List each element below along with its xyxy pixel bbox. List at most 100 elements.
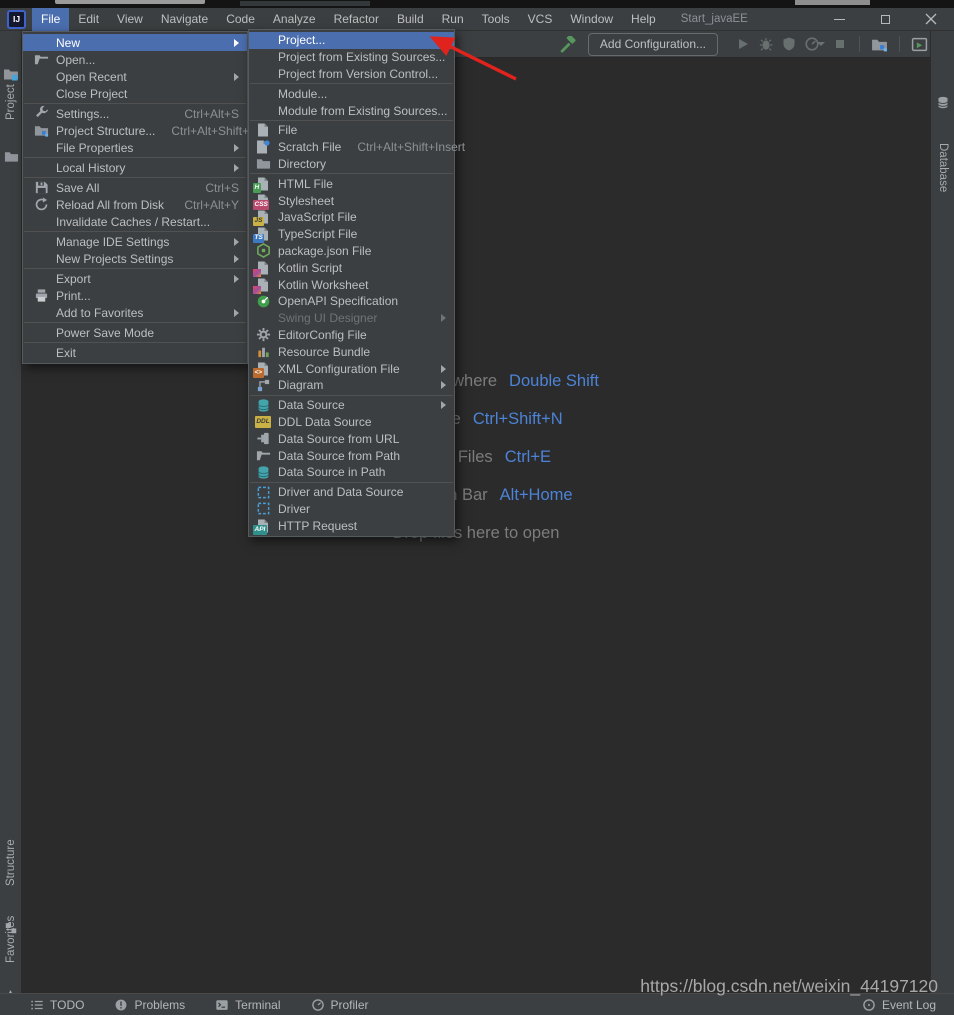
file-icon (255, 122, 271, 138)
menu-item-new[interactable]: New (23, 34, 247, 51)
build-hammer-icon[interactable] (560, 36, 577, 53)
submenu-item-package-json[interactable]: package.json File (249, 243, 454, 260)
submenu-arrow-icon (234, 39, 239, 47)
submenu-arrow-icon (234, 164, 239, 172)
menu-item-project-structure[interactable]: Project Structure... Ctrl+Alt+Shift+S (23, 122, 247, 139)
submenu-item-typescript-file[interactable]: TS TypeScript File (249, 226, 454, 243)
project-structure-icon[interactable] (871, 36, 888, 53)
toolwindow-profiler[interactable]: Profiler (311, 998, 369, 1012)
minimize-button[interactable] (816, 8, 862, 31)
window-controls (816, 8, 954, 31)
submenu-item-directory[interactable]: Directory (249, 156, 454, 173)
menu-separator (250, 120, 453, 121)
scratch-file-icon (255, 139, 271, 155)
menubar-item-view[interactable]: View (108, 8, 152, 31)
menu-item-manage-ide-settings[interactable]: Manage IDE Settings (23, 233, 247, 250)
submenu-item-module-from-existing-sources[interactable]: Module from Existing Sources... (249, 102, 454, 119)
right-toolwindow-stripe: Database (930, 31, 954, 993)
submenu-item-driver[interactable]: Driver (249, 501, 454, 518)
menu-item-add-to-favorites[interactable]: Add to Favorites (23, 304, 247, 321)
submenu-item-diagram[interactable]: Diagram (249, 377, 454, 394)
add-configuration-button[interactable]: Add Configuration... (588, 33, 718, 56)
printer-icon (33, 288, 49, 304)
menu-item-power-save-mode[interactable]: Power Save Mode (23, 324, 247, 341)
submenu-item-xml-configuration-file[interactable]: <> XML Configuration File (249, 360, 454, 377)
submenu-item-driver-and-data-source[interactable]: Driver and Data Source (249, 484, 454, 501)
folder-open-icon (33, 52, 49, 68)
menu-item-export[interactable]: Export (23, 270, 247, 287)
menu-item-close-project[interactable]: Close Project (23, 85, 247, 102)
menubar-item-refactor[interactable]: Refactor (325, 8, 388, 31)
menu-item-open-recent[interactable]: Open Recent (23, 68, 247, 85)
submenu-item-kotlin-worksheet[interactable]: Kotlin Worksheet (249, 276, 454, 293)
intellij-logo-icon: IJ (7, 10, 26, 29)
submenu-arrow-icon (441, 314, 446, 322)
menubar-item-edit[interactable]: Edit (69, 8, 108, 31)
menu-item-save-all[interactable]: Save All Ctrl+S (23, 179, 247, 196)
submenu-item-editorconfig-file[interactable]: EditorConfig File (249, 327, 454, 344)
submenu-item-http-request[interactable]: API HTTP Request (249, 517, 454, 534)
submenu-item-openapi-specification[interactable]: OpenAPI Specification (249, 293, 454, 310)
submenu-item-data-source[interactable]: Data Source (249, 397, 454, 414)
run-with-coverage-icon (781, 36, 797, 52)
toolwindow-todo[interactable]: TODO (30, 998, 84, 1012)
menubar-item-analyze[interactable]: Analyze (264, 8, 325, 31)
menubar-item-code[interactable]: Code (217, 8, 264, 31)
menu-item-settings[interactable]: Settings... Ctrl+Alt+S (23, 105, 247, 122)
menubar-item-file[interactable]: File (32, 8, 69, 31)
menu-separator (24, 268, 246, 269)
maximize-icon (881, 15, 890, 24)
toolbar-divider (859, 36, 860, 52)
menubar-item-help[interactable]: Help (622, 8, 665, 31)
menu-item-invalidate-caches[interactable]: Invalidate Caches / Restart... (23, 213, 247, 230)
new-submenu-popup: Project... Project from Existing Sources… (248, 29, 455, 537)
menubar-item-window[interactable]: Window (561, 8, 622, 31)
submenu-arrow-icon (234, 275, 239, 283)
database-icon[interactable] (936, 95, 950, 110)
debug-bug-icon (758, 36, 774, 52)
menu-item-print[interactable]: Print... (23, 287, 247, 304)
menu-item-exit[interactable]: Exit (23, 344, 247, 361)
submenu-item-javascript-file[interactable]: JS JavaScript File (249, 209, 454, 226)
directory-icon (255, 156, 271, 172)
submenu-item-data-source-in-path[interactable]: Data Source in Path (249, 464, 454, 481)
profiler-button-group[interactable] (804, 36, 825, 52)
run-toolwindow-icon[interactable] (911, 36, 928, 53)
menu-separator (24, 103, 246, 104)
submenu-arrow-icon (234, 255, 239, 263)
toolwindow-problems[interactable]: Problems (114, 998, 185, 1012)
submenu-item-file[interactable]: File (249, 122, 454, 139)
stylesheet-icon: CSS (255, 193, 271, 209)
submenu-item-stylesheet[interactable]: CSS Stylesheet (249, 192, 454, 209)
submenu-item-ddl-data-source[interactable]: DDL DDL Data Source (249, 414, 454, 431)
submenu-item-resource-bundle[interactable]: Resource Bundle (249, 343, 454, 360)
menu-item-file-properties[interactable]: File Properties (23, 139, 247, 156)
menu-item-reload-all-from-disk[interactable]: Reload All from Disk Ctrl+Alt+Y (23, 196, 247, 213)
menu-separator (250, 395, 453, 396)
menu-item-local-history[interactable]: Local History (23, 159, 247, 176)
submenu-item-data-source-from-path[interactable]: Data Source from Path (249, 447, 454, 464)
refresh-icon (33, 197, 49, 213)
close-button[interactable] (908, 8, 954, 31)
toolwindow-event-log[interactable]: Event Log (862, 998, 936, 1012)
menu-separator (24, 177, 246, 178)
menubar-item-navigate[interactable]: Navigate (152, 8, 217, 31)
diagram-icon (255, 377, 271, 393)
driver-data-source-icon (255, 484, 271, 500)
javascript-file-icon: JS (255, 209, 271, 225)
hint-navigation-bar: Navigation Bar Alt+Home (22, 486, 930, 504)
toolwindow-terminal[interactable]: Terminal (215, 998, 280, 1012)
maximize-button[interactable] (862, 8, 908, 31)
resource-bundle-icon (255, 344, 271, 360)
submenu-item-scratch-file[interactable]: Scratch File Ctrl+Alt+Shift+Insert (249, 139, 454, 156)
submenu-item-html-file[interactable]: H HTML File (249, 175, 454, 192)
project-toolwindow-icon[interactable] (3, 66, 19, 82)
xml-config-icon: <> (255, 361, 271, 377)
folder-icon[interactable] (4, 149, 19, 164)
submenu-arrow-icon (234, 144, 239, 152)
submenu-arrow-icon (234, 309, 239, 317)
menu-item-new-projects-settings[interactable]: New Projects Settings (23, 250, 247, 267)
menu-item-open[interactable]: Open... (23, 51, 247, 68)
submenu-item-kotlin-script[interactable]: Kotlin Script (249, 259, 454, 276)
submenu-item-data-source-from-url[interactable]: Data Source from URL (249, 430, 454, 447)
